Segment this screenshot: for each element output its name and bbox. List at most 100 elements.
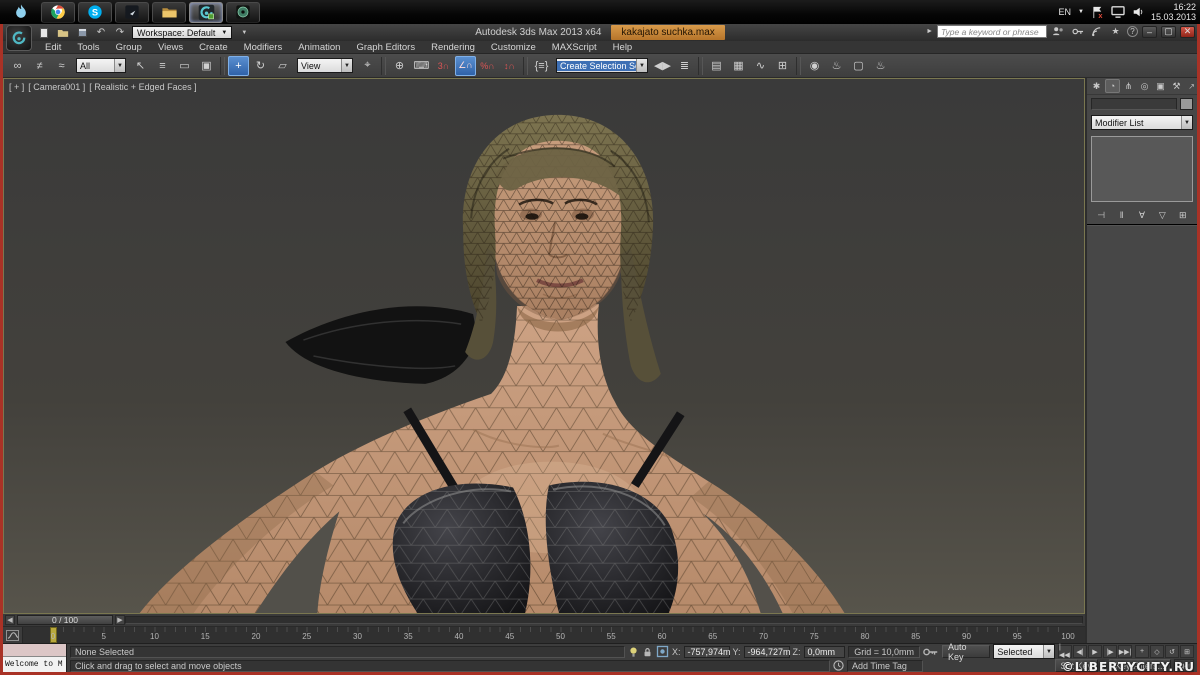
menu-graph-editors[interactable]: Graph Editors [348, 42, 423, 53]
make-unique-button[interactable]: ∀ [1134, 208, 1150, 222]
curve-editor-button[interactable]: ∿ [750, 56, 771, 76]
select-and-move-button[interactable]: + [228, 56, 249, 76]
next-frame-arrow[interactable]: ▶ [115, 615, 125, 625]
rendered-frame-window-button[interactable]: ▢ [848, 56, 869, 76]
go-to-start-button[interactable]: |◀◀ [1058, 645, 1072, 658]
close-button[interactable]: ✕ [1180, 26, 1195, 38]
schematic-view-button[interactable]: ⊞ [772, 56, 793, 76]
previous-frame-arrow[interactable]: ◀ [5, 615, 15, 625]
auto-key-button[interactable]: Auto Key [942, 645, 990, 658]
taskbar-app-media-tool[interactable] [115, 2, 149, 23]
sign-in-icon[interactable] [1051, 25, 1066, 38]
tab-motion[interactable]: ◎ [1137, 79, 1152, 93]
add-time-tag[interactable]: Add Time Tag [847, 660, 923, 672]
percent-snap-toggle-button[interactable]: %∩ [477, 56, 498, 76]
select-and-manipulate-button[interactable]: ⊕ [389, 56, 410, 76]
time-slider-track[interactable] [125, 616, 1083, 624]
modifier-stack[interactable] [1091, 136, 1193, 202]
named-selection-set-dropdown[interactable]: Create Selection Se▼ [556, 58, 648, 73]
search-flyout-icon[interactable]: ► [926, 28, 933, 35]
viewport-shading-menu[interactable]: [ Realistic + Edged Faces ] [89, 82, 196, 92]
material-editor-button[interactable]: ◉ [804, 56, 825, 76]
taskbar-app-skype[interactable]: S [78, 2, 112, 23]
taskbar-app-chrome[interactable] [41, 2, 75, 23]
spinner-snap-toggle-button[interactable]: ↕∩ [499, 56, 520, 76]
render-production-button[interactable]: ♨ [870, 56, 891, 76]
workspace-options-button[interactable]: ▼ [237, 27, 251, 39]
bind-to-space-warp-button[interactable]: ≈ [51, 56, 72, 76]
menu-edit[interactable]: Edit [37, 42, 69, 53]
render-setup-button[interactable]: ♨ [826, 56, 847, 76]
time-slider-handle[interactable]: 0 / 100 [17, 615, 113, 625]
unlink-selection-button[interactable]: ≠ [29, 56, 50, 76]
display-icon[interactable] [1111, 6, 1125, 18]
minimize-button[interactable]: – [1142, 26, 1157, 38]
viewport-canvas[interactable] [4, 79, 1084, 613]
modifier-list-dropdown[interactable]: Modifier List ▼ [1091, 115, 1193, 130]
open-mini-curve-editor-button[interactable] [3, 627, 23, 643]
keyboard-shortcut-override-button[interactable]: ⌨ [411, 56, 432, 76]
menu-animation[interactable]: Animation [290, 42, 348, 53]
taskbar-app-launcher[interactable] [4, 2, 38, 23]
tray-clock[interactable]: 16:22 15.03.2013 [1151, 2, 1196, 22]
angle-snap-toggle-button[interactable]: ∠∩ [455, 56, 476, 76]
select-and-link-button[interactable]: ∞ [7, 56, 28, 76]
maximize-viewport-toggle[interactable]: ⊞ [1180, 645, 1194, 658]
camera-viewport[interactable]: [ + ] [ Camera001 ] [ Realistic + Edged … [3, 78, 1085, 614]
open-file-button[interactable] [56, 27, 70, 39]
select-and-scale-button[interactable]: ▱ [272, 56, 293, 76]
language-indicator[interactable]: EN [1058, 7, 1071, 17]
go-to-end-button[interactable]: ▶▶| [1118, 645, 1132, 658]
speaker-icon[interactable] [1132, 6, 1144, 18]
edit-named-selection-sets-button[interactable]: {≡} [531, 56, 552, 76]
reference-coordinate-system-dropdown[interactable]: View▼ [297, 58, 353, 73]
align-button[interactable]: ≣ [674, 56, 695, 76]
maximize-button[interactable]: ▢ [1161, 26, 1176, 38]
animate-selection-dropdown[interactable]: Selected ▼ [993, 644, 1055, 659]
taskbar-app-3ds-max[interactable] [189, 2, 223, 23]
configure-modifier-sets-button[interactable]: ⊞ [1175, 208, 1191, 222]
previous-frame-button[interactable]: ◀| [1073, 645, 1087, 658]
select-and-rotate-button[interactable]: ↻ [250, 56, 271, 76]
tab-display[interactable]: ▣ [1153, 79, 1168, 93]
listener-pane[interactable]: Welcome to M [3, 657, 66, 672]
use-pivot-point-center-button[interactable]: ⌖ [357, 56, 378, 76]
graphite-ribbon-toggle-button[interactable]: ▦ [728, 56, 749, 76]
menu-customize[interactable]: Customize [483, 42, 544, 53]
tab-modify[interactable]: ◔ [1105, 79, 1120, 93]
tray-caret-icon[interactable]: ▼ [1078, 9, 1084, 15]
mirror-button[interactable]: ◀▶ [652, 56, 673, 76]
subscription-key-icon[interactable] [1070, 25, 1085, 38]
redo-button[interactable]: ↷ [113, 27, 127, 39]
menu-rendering[interactable]: Rendering [423, 42, 483, 53]
y-coord-field[interactable]: -964,727m [744, 646, 790, 658]
menu-modifiers[interactable]: Modifiers [236, 42, 291, 53]
track-bar-ruler[interactable]: 0510152025303540455055606570758085909510… [23, 627, 1085, 643]
next-frame-button[interactable]: |▶ [1103, 645, 1117, 658]
menu-maxscript[interactable]: MAXScript [544, 42, 605, 53]
object-name-field[interactable] [1091, 98, 1177, 110]
favorites-star-icon[interactable]: ★ [1108, 25, 1123, 38]
workspace-dropdown[interactable]: Workspace: Default ▼ [132, 26, 232, 39]
rectangular-selection-region-button[interactable]: ▭ [174, 56, 195, 76]
menu-create[interactable]: Create [191, 42, 236, 53]
selection-filter-dropdown[interactable]: All▼ [76, 58, 126, 73]
field-of-view-button[interactable]: ◇ [1150, 645, 1164, 658]
tab-hierarchy[interactable]: ⋔ [1121, 79, 1136, 93]
x-coord-field[interactable]: -757,974m [684, 646, 730, 658]
menu-tools[interactable]: Tools [69, 42, 107, 53]
manage-layers-button[interactable]: ▤ [706, 56, 727, 76]
z-coord-field[interactable]: 0,0mm [804, 646, 846, 658]
menu-help[interactable]: Help [605, 42, 641, 53]
viewport-pov-menu[interactable]: [ Camera001 ] [28, 82, 85, 92]
window-crossing-toggle-button[interactable]: ▣ [196, 56, 217, 76]
taskbar-app-media-player[interactable] [226, 2, 260, 23]
show-end-result-button[interactable]: ‖ [1114, 208, 1130, 222]
absolute-offset-mode-toggle[interactable] [656, 645, 669, 658]
infocenter-search-input[interactable]: Type a keyword or phrase [937, 25, 1047, 38]
remove-modifier-button[interactable]: ▽ [1154, 208, 1170, 222]
select-object-button[interactable]: ↖ [130, 56, 151, 76]
save-file-button[interactable] [75, 27, 89, 39]
taskbar-app-explorer[interactable] [152, 2, 186, 23]
new-scene-button[interactable] [37, 27, 51, 39]
